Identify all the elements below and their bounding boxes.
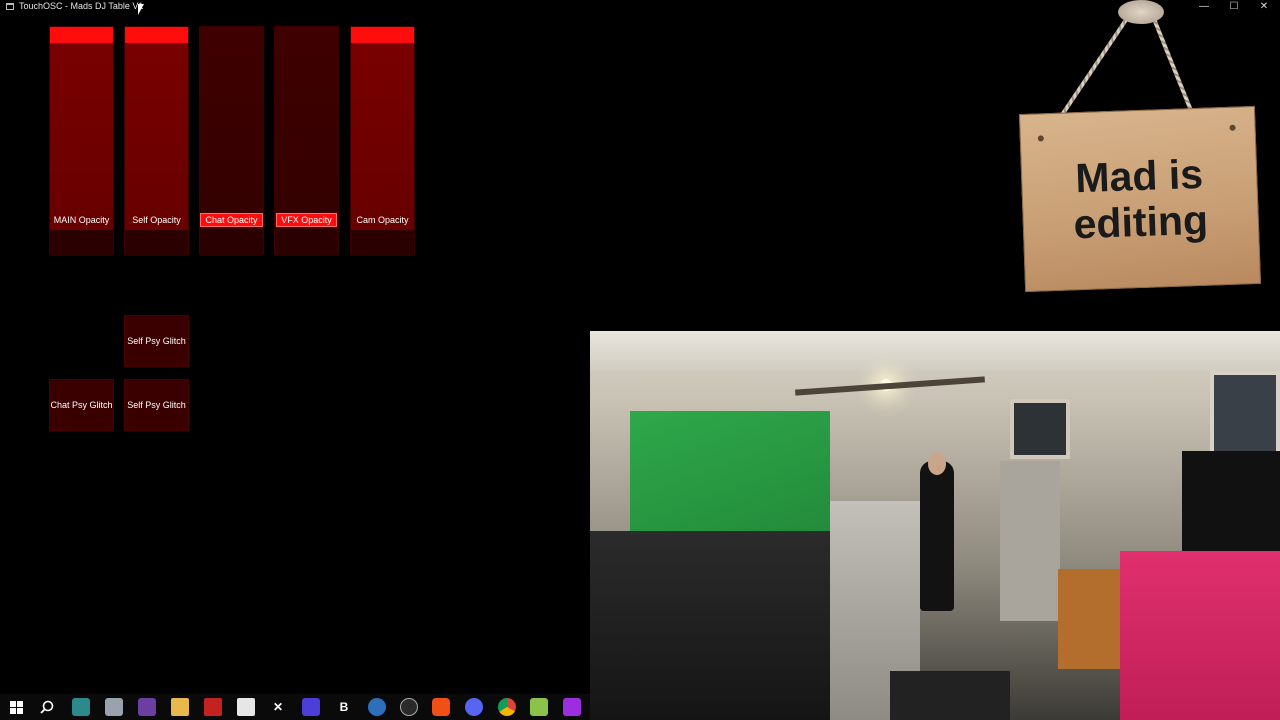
fader-main-opacity[interactable]: MAIN Opacity xyxy=(49,26,114,256)
fader-label: VFX Opacity xyxy=(275,213,338,227)
webcam-feed xyxy=(590,331,1280,720)
fader-vfx-opacity[interactable]: VFX Opacity xyxy=(274,26,339,256)
app-icon[interactable] xyxy=(204,698,222,716)
floor-equipment xyxy=(890,671,1010,720)
app-icon[interactable] xyxy=(105,698,123,716)
mad-is-editing-sign: Mad is editing xyxy=(1000,0,1280,300)
nail-icon xyxy=(1037,135,1044,142)
fader-chat-opacity[interactable]: Chat Opacity xyxy=(199,26,264,256)
fader-bottom-pad xyxy=(50,230,113,256)
self-psy-glitch-button-2[interactable]: Self Psy Glitch xyxy=(124,379,189,431)
app-icon[interactable] xyxy=(237,698,255,716)
fader-handle[interactable] xyxy=(50,27,113,43)
sign-board: Mad is editing xyxy=(1018,105,1262,293)
app-icon[interactable] xyxy=(400,698,418,716)
sign-text: Mad is editing xyxy=(1072,150,1209,248)
fader-handle[interactable] xyxy=(125,27,188,43)
sign-rope xyxy=(1061,12,1132,115)
capcut-icon[interactable]: ✕ xyxy=(269,698,287,716)
self-psy-glitch-button[interactable]: Self Psy Glitch xyxy=(124,315,189,367)
fader-label: Chat Opacity xyxy=(200,213,263,227)
discord-icon[interactable] xyxy=(465,698,483,716)
brave-icon[interactable] xyxy=(432,698,450,716)
banner xyxy=(1182,451,1280,561)
fader-label: Cam Opacity xyxy=(356,215,409,225)
app-icon[interactable] xyxy=(563,698,581,716)
app-icon[interactable] xyxy=(368,698,386,716)
ceiling-fan xyxy=(795,376,985,396)
window xyxy=(1010,399,1070,459)
fader-bottom-pad xyxy=(200,230,263,256)
grid-icon[interactable] xyxy=(302,698,320,716)
folder-icon[interactable] xyxy=(171,698,189,716)
fader-label: Self Opacity xyxy=(132,215,181,225)
person xyxy=(920,461,954,611)
app-icon[interactable] xyxy=(530,698,548,716)
app-window-icon xyxy=(6,3,14,10)
sign-rope xyxy=(1150,13,1196,119)
mouse-cursor-icon xyxy=(138,4,144,15)
fader-bottom-pad xyxy=(275,230,338,256)
fader-label: MAIN Opacity xyxy=(53,215,110,225)
rope-knot xyxy=(1118,0,1164,24)
fader-cam-opacity[interactable]: Cam Opacity xyxy=(350,26,415,256)
ceiling xyxy=(590,331,1280,371)
nail-icon xyxy=(1229,124,1236,131)
window-title: TouchOSC - Mads DJ Table V1 xyxy=(19,1,144,11)
window-right xyxy=(1210,371,1280,461)
fader-bottom-pad xyxy=(351,230,414,256)
search-icon[interactable] xyxy=(38,698,56,716)
bold-b-icon[interactable]: B xyxy=(335,698,353,716)
chrome-icon[interactable] xyxy=(498,698,516,716)
app-icon[interactable] xyxy=(138,698,156,716)
fader-handle[interactable] xyxy=(351,27,414,43)
couch-blanket xyxy=(1120,551,1280,720)
fader-self-opacity[interactable]: Self Opacity xyxy=(124,26,189,256)
fader-bottom-pad xyxy=(125,230,188,256)
person-head xyxy=(928,453,946,475)
app-icon[interactable] xyxy=(72,698,90,716)
cat-tree xyxy=(1000,461,1060,621)
desk-setup xyxy=(590,531,830,720)
chat-psy-glitch-button[interactable]: Chat Psy Glitch xyxy=(49,379,114,431)
windows-start-icon[interactable] xyxy=(7,698,25,716)
